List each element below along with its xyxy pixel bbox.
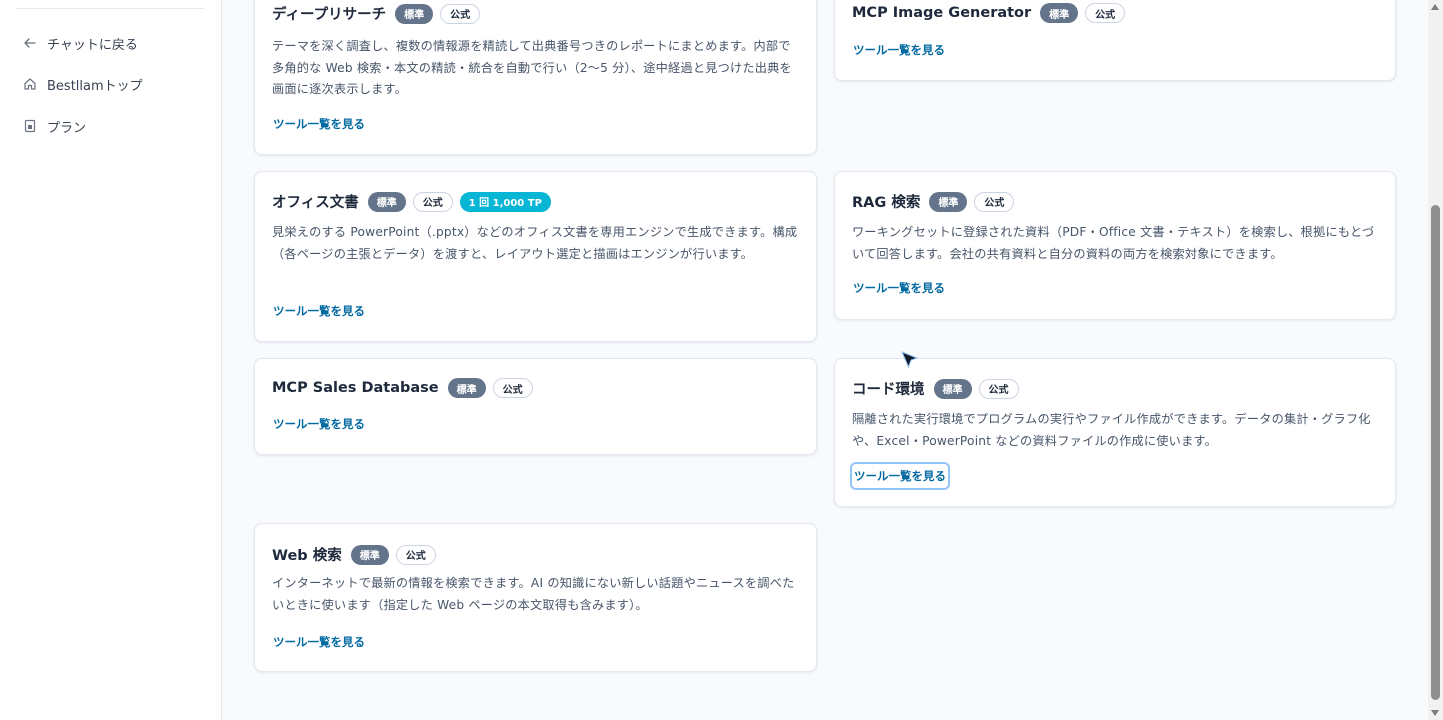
scroll-up-icon[interactable] xyxy=(1431,4,1439,10)
arrow-left-icon xyxy=(22,35,38,51)
official-badge: 公式 xyxy=(440,3,481,24)
standard-badge: 標準 xyxy=(447,378,486,398)
view-tools-link[interactable]: ツール一覧を見る xyxy=(272,414,366,434)
tool-card-mcp-sales-database: MCP Sales Database 標準 公式 ツール一覧を見る xyxy=(254,358,817,455)
card-title: コード環境 xyxy=(852,382,925,398)
tool-card-code-environment: コード環境 標準 公式 隔離された実行環境でプログラムの実行やファイル作成ができ… xyxy=(834,358,1396,507)
standard-badge: 標準 xyxy=(929,191,968,212)
view-tools-link[interactable]: ツール一覧を見る xyxy=(850,462,950,490)
standard-badge: 標準 xyxy=(367,191,406,212)
standard-badge: 標準 xyxy=(350,544,389,565)
home-icon xyxy=(22,76,38,92)
sidebar-item-label: Bestllamトップ xyxy=(47,78,143,94)
tool-card-web-search: Web 検索 標準 公式 インターネットで最新の情報を検索できます。AI の知識… xyxy=(254,523,817,672)
vertical-scrollbar[interactable] xyxy=(1428,0,1443,720)
view-tools-link[interactable]: ツール一覧を見る xyxy=(272,632,366,652)
tool-card-deep-research: ディープリサーチ 標準 公式 テーマを深く調査し、複数の情報源を精読して出典番号… xyxy=(254,0,817,155)
official-badge: 公式 xyxy=(412,191,453,212)
sidebar-item-back-to-chat[interactable]: チャットに戻る xyxy=(22,31,138,55)
sidebar-item-top[interactable]: Bestllamトップ xyxy=(22,72,143,96)
tool-card-rag-search: RAG 検索 標準 公式 ワーキングセットに登録された資料（PDF・Office… xyxy=(834,171,1396,320)
card-description: 隔離された実行環境でプログラムの実行やファイル作成ができます。データの集計・グラ… xyxy=(852,412,1371,448)
view-tools-link[interactable]: ツール一覧を見る xyxy=(272,114,366,134)
scroll-down-icon[interactable] xyxy=(1431,710,1439,716)
official-badge: 公式 xyxy=(395,544,436,565)
standard-badge: 標準 xyxy=(395,3,434,24)
card-title: MCP Image Generator xyxy=(852,5,1032,21)
mouse-cursor-icon xyxy=(900,350,920,374)
card-description: インターネットで最新の情報を検索できます。AI の知識にない新しい話題やニュース… xyxy=(272,576,795,612)
sidebar: チャットに戻る Bestllamトップ プラン xyxy=(0,0,222,720)
card-title: MCP Sales Database xyxy=(272,380,439,396)
view-tools-link[interactable]: ツール一覧を見る xyxy=(852,40,946,60)
official-badge: 公式 xyxy=(492,378,533,398)
official-badge: 公式 xyxy=(974,191,1015,212)
official-badge: 公式 xyxy=(1085,3,1126,23)
official-badge: 公式 xyxy=(978,378,1019,399)
scrollbar-thumb[interactable] xyxy=(1431,205,1440,700)
cost-badge: 1 回 1,000 TP xyxy=(459,191,551,212)
plan-icon xyxy=(22,118,38,134)
card-description: ワーキングセットに登録された資料（PDF・Office 文書・テキスト）を検索し… xyxy=(852,225,1375,261)
card-title: Web 検索 xyxy=(272,548,342,564)
sidebar-item-plan[interactable]: プラン xyxy=(22,114,86,138)
card-title: RAG 検索 xyxy=(852,195,921,211)
main-content: ディープリサーチ 標準 公式 テーマを深く調査し、複数の情報源を精読して出典番号… xyxy=(222,0,1428,720)
card-description: 見栄えのする PowerPoint（.pptx）などのオフィス文書を専用エンジン… xyxy=(272,225,798,261)
tool-card-mcp-image-generator: MCP Image Generator 標準 公式 ツール一覧を見る xyxy=(834,0,1396,81)
sidebar-item-label: チャットに戻る xyxy=(47,37,138,53)
card-title: ディープリサーチ xyxy=(272,7,387,23)
standard-badge: 標準 xyxy=(933,378,972,399)
card-title: オフィス文書 xyxy=(272,195,359,211)
view-tools-link[interactable]: ツール一覧を見る xyxy=(852,278,946,298)
card-description: テーマを深く調査し、複数の情報源を精読して出典番号つきのレポートにまとめます。内… xyxy=(272,39,792,96)
view-tools-link[interactable]: ツール一覧を見る xyxy=(272,301,366,321)
sidebar-divider xyxy=(16,8,204,9)
sidebar-item-label: プラン xyxy=(47,120,87,136)
tool-card-office-documents: オフィス文書 標準 公式 1 回 1,000 TP 見栄えのする PowerPo… xyxy=(254,171,817,342)
standard-badge: 標準 xyxy=(1040,3,1079,23)
